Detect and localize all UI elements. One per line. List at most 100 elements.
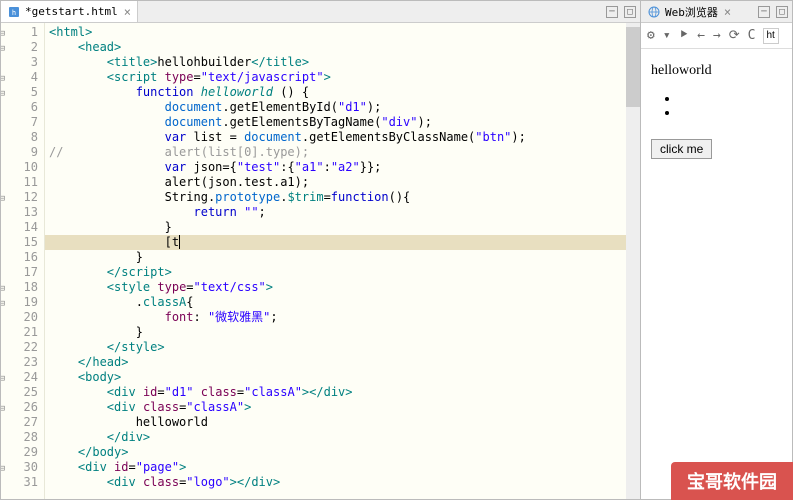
- code-line[interactable]: font: "微软雅黑";: [45, 310, 640, 325]
- fold-icon[interactable]: ⊟: [1, 72, 5, 82]
- back-icon[interactable]: ←: [697, 28, 705, 43]
- line-number: 13: [1, 205, 38, 220]
- maximize-icon[interactable]: □: [624, 6, 636, 18]
- fold-icon[interactable]: ⊟: [1, 87, 5, 97]
- line-number: 5⊟: [1, 85, 38, 100]
- code-line[interactable]: }: [45, 250, 640, 265]
- fold-icon[interactable]: ⊟: [1, 462, 5, 472]
- gear-icon[interactable]: ⚙: [647, 28, 655, 43]
- code-line[interactable]: [t: [45, 235, 640, 250]
- code-line[interactable]: helloworld: [45, 415, 640, 430]
- line-number: 16: [1, 250, 38, 265]
- code-line[interactable]: </head>: [45, 355, 640, 370]
- code-line[interactable]: // alert(list[0].type);: [45, 145, 640, 160]
- minimize-icon[interactable]: ─: [606, 6, 618, 18]
- refresh-icon[interactable]: ⟳: [729, 28, 740, 43]
- browser-tab-close-icon[interactable]: ×: [724, 5, 731, 19]
- code-line[interactable]: <div class="logo"></div>: [45, 475, 640, 490]
- line-number: 7: [1, 115, 38, 130]
- globe-icon: [647, 5, 661, 19]
- line-number: 29: [1, 445, 38, 460]
- line-number: 21: [1, 325, 38, 340]
- code-line[interactable]: document.getElementById("d1");: [45, 100, 640, 115]
- line-number: 28: [1, 430, 38, 445]
- tab-close-icon[interactable]: ×: [124, 5, 131, 19]
- fold-icon[interactable]: ⊟: [1, 402, 5, 412]
- line-number: 30⊟: [1, 460, 38, 475]
- browser-tab[interactable]: Web浏览器 ×: [641, 1, 737, 22]
- code-line[interactable]: var json={"test":{"a1":"a2"}};: [45, 160, 640, 175]
- line-number: 19⊟: [1, 295, 38, 310]
- editor-pane: h *getstart.html × ─ □ 1⊟2⊟34⊟5⊟67891011…: [0, 0, 641, 500]
- line-number: 24⊟: [1, 370, 38, 385]
- code-line[interactable]: <div id="page">: [45, 460, 640, 475]
- line-number: 25: [1, 385, 38, 400]
- fold-icon[interactable]: ⊟: [1, 27, 5, 37]
- svg-text:h: h: [12, 9, 16, 17]
- browser-tab-bar: Web浏览器 × ─ □: [641, 1, 792, 23]
- dropdown-icon[interactable]: ▾: [663, 28, 671, 43]
- line-number: 15: [1, 235, 38, 250]
- line-number: 8: [1, 130, 38, 145]
- line-number: 2⊟: [1, 40, 38, 55]
- editor-tab[interactable]: h *getstart.html ×: [1, 1, 138, 22]
- fold-icon[interactable]: ⊟: [1, 297, 5, 307]
- editor-body[interactable]: 1⊟2⊟34⊟5⊟6789101112⊟131415161718⊟19⊟2021…: [1, 23, 640, 499]
- line-number: 11: [1, 175, 38, 190]
- fold-icon[interactable]: ⊟: [1, 42, 5, 52]
- line-number: 1⊟: [1, 25, 38, 40]
- page-heading: helloworld: [651, 63, 782, 79]
- code-line[interactable]: function helloworld () {: [45, 85, 640, 100]
- code-line[interactable]: <title>hellohbuilder</title>: [45, 55, 640, 70]
- code-line[interactable]: String.prototype.$trim=function(){: [45, 190, 640, 205]
- code-area[interactable]: <html> <head> <title>hellohbuilder</titl…: [45, 23, 640, 499]
- code-line[interactable]: </div>: [45, 430, 640, 445]
- code-line[interactable]: }: [45, 220, 640, 235]
- code-line[interactable]: return "";: [45, 205, 640, 220]
- url-input[interactable]: [763, 28, 779, 44]
- click-me-button[interactable]: click me: [651, 139, 712, 159]
- list-item: [679, 91, 782, 105]
- reload-icon[interactable]: C: [748, 28, 756, 43]
- go-icon[interactable]: ⯈: [679, 28, 689, 43]
- fold-icon[interactable]: ⊟: [1, 192, 5, 202]
- line-number: 6: [1, 100, 38, 115]
- scrollbar-thumb[interactable]: [626, 27, 640, 107]
- line-number: 10: [1, 160, 38, 175]
- code-line[interactable]: document.getElementsByTagName("div");: [45, 115, 640, 130]
- forward-icon[interactable]: →: [713, 28, 721, 43]
- code-line[interactable]: </style>: [45, 340, 640, 355]
- code-line[interactable]: }: [45, 325, 640, 340]
- browser-minimize-icon[interactable]: ─: [758, 6, 770, 18]
- code-line[interactable]: <script type="text/javascript">: [45, 70, 640, 85]
- code-line[interactable]: <div class="classA">: [45, 400, 640, 415]
- line-number: 4⊟: [1, 70, 38, 85]
- line-number: 31: [1, 475, 38, 490]
- vertical-scrollbar[interactable]: [626, 23, 640, 499]
- line-number: 17: [1, 265, 38, 280]
- list-item: [679, 105, 782, 119]
- fold-icon[interactable]: ⊟: [1, 372, 5, 382]
- line-number: 14: [1, 220, 38, 235]
- code-line[interactable]: <style type="text/css">: [45, 280, 640, 295]
- code-line[interactable]: <html>: [45, 25, 640, 40]
- browser-content: helloworld click me: [641, 49, 792, 499]
- html-file-icon: h: [7, 5, 21, 19]
- line-number: 23: [1, 355, 38, 370]
- line-number: 27: [1, 415, 38, 430]
- code-line[interactable]: .classA{: [45, 295, 640, 310]
- tab-title: *getstart.html: [25, 5, 118, 18]
- code-line[interactable]: <div id="d1" class="classA"></div>: [45, 385, 640, 400]
- code-line[interactable]: </body>: [45, 445, 640, 460]
- code-line[interactable]: <body>: [45, 370, 640, 385]
- watermark: 宝哥软件园: [671, 462, 793, 500]
- code-line[interactable]: alert(json.test.a1);: [45, 175, 640, 190]
- fold-icon[interactable]: ⊟: [1, 282, 5, 292]
- line-number: 22: [1, 340, 38, 355]
- browser-maximize-icon[interactable]: □: [776, 6, 788, 18]
- code-line[interactable]: <head>: [45, 40, 640, 55]
- code-line[interactable]: var list = document.getElementsByClassNa…: [45, 130, 640, 145]
- code-line[interactable]: </script>: [45, 265, 640, 280]
- line-number: 3: [1, 55, 38, 70]
- line-number: 26⊟: [1, 400, 38, 415]
